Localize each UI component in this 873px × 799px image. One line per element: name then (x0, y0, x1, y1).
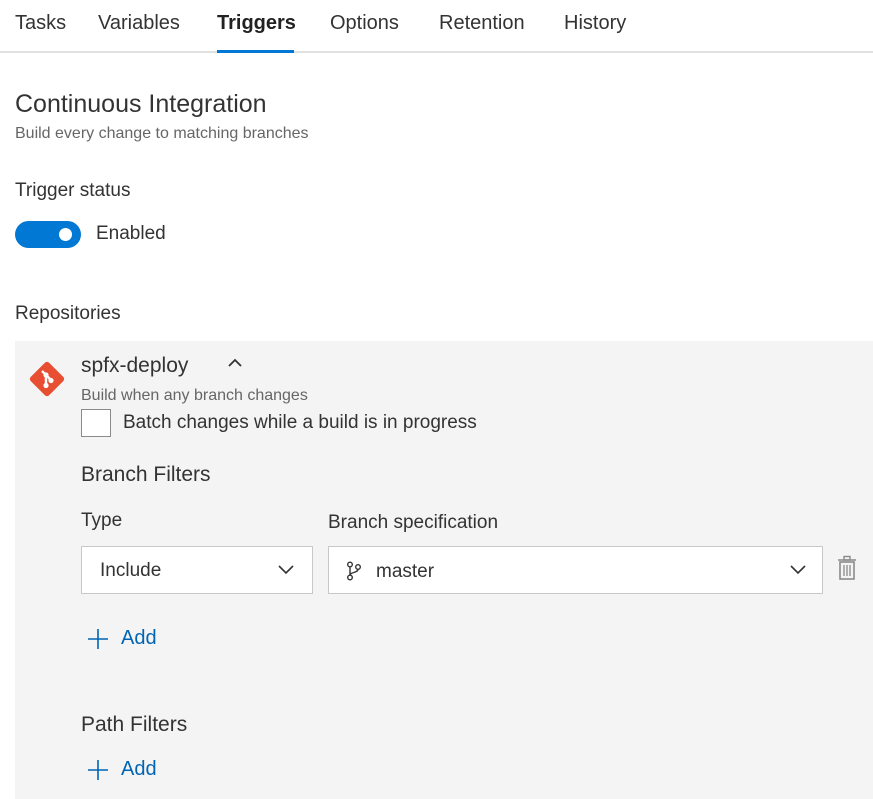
type-label: Type (81, 510, 123, 531)
batch-changes-checkbox[interactable] (81, 409, 111, 437)
branch-filters-title: Branch Filters (81, 463, 211, 486)
type-select-value: Include (100, 560, 162, 581)
repositories-label: Repositories (15, 303, 121, 324)
section-title-ci: Continuous Integration (15, 90, 267, 118)
path-filters-title: Path Filters (81, 713, 188, 736)
branch-spec-select[interactable]: master (328, 546, 823, 594)
chevron-down-icon (790, 565, 806, 575)
tab-triggers[interactable]: Triggers (217, 12, 296, 35)
git-icon (29, 361, 65, 397)
add-branch-filter-label: Add (121, 627, 157, 649)
tab-variables[interactable]: Variables (98, 12, 180, 35)
trigger-toggle-text: Enabled (96, 223, 166, 244)
toggle-knob (59, 228, 72, 241)
plus-icon (88, 760, 108, 780)
branch-icon (347, 561, 361, 581)
tab-options[interactable]: Options (330, 12, 399, 35)
tab-bar: Tasks Variables Triggers Options Retenti… (0, 0, 873, 53)
tab-retention[interactable]: Retention (439, 12, 525, 35)
section-subtitle-ci: Build every change to matching branches (15, 125, 309, 142)
branch-spec-label: Branch specification (328, 512, 499, 533)
plus-icon (88, 629, 108, 649)
tab-tasks[interactable]: Tasks (15, 12, 66, 35)
tab-history[interactable]: History (564, 12, 626, 35)
chevron-down-icon (278, 565, 294, 575)
trash-icon[interactable] (836, 555, 858, 581)
type-select[interactable]: Include (81, 546, 313, 594)
repository-name: spfx-deploy (81, 354, 189, 377)
trigger-status-label: Trigger status (15, 180, 131, 201)
active-tab-indicator (217, 50, 294, 53)
chevron-up-icon[interactable] (226, 356, 244, 370)
add-path-filter-label: Add (121, 758, 157, 780)
branch-spec-value: master (376, 561, 435, 582)
batch-changes-label: Batch changes while a build is in progre… (123, 412, 477, 433)
trigger-toggle[interactable] (15, 221, 81, 248)
repository-subtitle: Build when any branch changes (81, 387, 308, 404)
